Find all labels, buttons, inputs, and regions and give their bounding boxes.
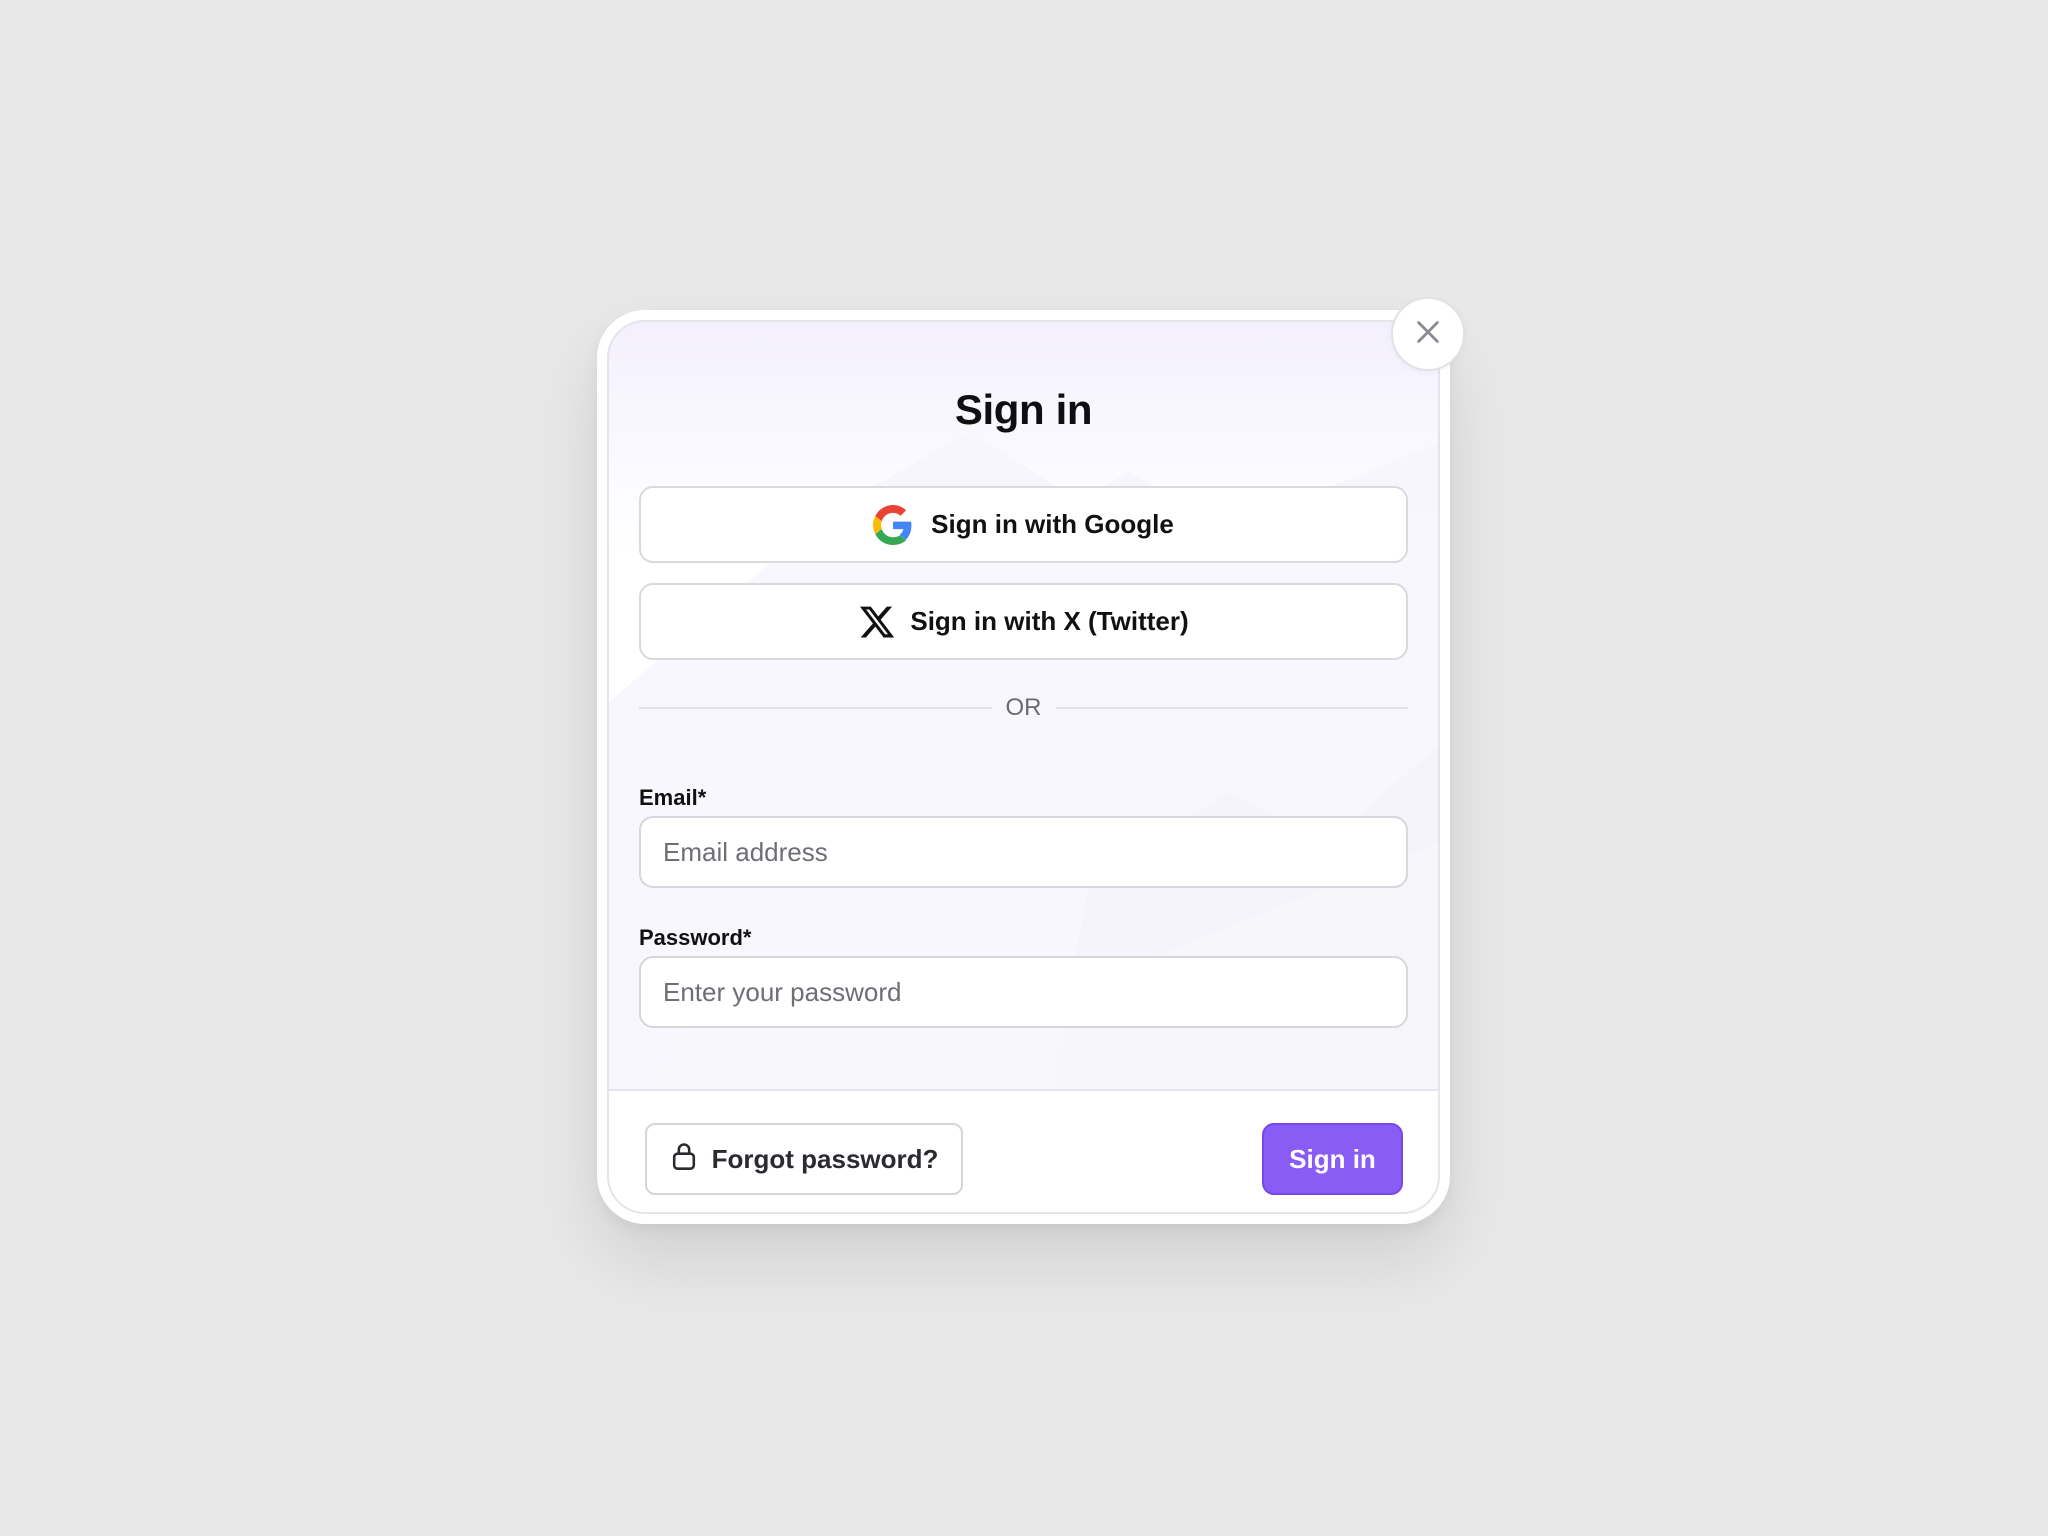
- google-signin-button[interactable]: Sign in with Google: [639, 486, 1408, 563]
- password-field[interactable]: [639, 956, 1408, 1028]
- password-label: Password*: [639, 925, 752, 950]
- modal-title: Sign in: [954, 386, 1093, 433]
- x-twitter-signin-button[interactable]: Sign in with X (Twitter): [639, 583, 1408, 660]
- lock-icon: [670, 1141, 698, 1178]
- sign-in-modal: Sign in Sign in with Google Sign in with…: [597, 310, 1450, 1224]
- forgot-password-button[interactable]: Forgot password?: [645, 1123, 963, 1195]
- close-icon: [1414, 318, 1442, 351]
- email-label: Email*: [639, 785, 707, 810]
- divider-line-right: [1055, 707, 1408, 709]
- google-signin-label: Sign in with Google: [931, 509, 1174, 539]
- x-twitter-signin-label: Sign in with X (Twitter): [910, 606, 1189, 636]
- close-button[interactable]: [1391, 297, 1465, 371]
- google-icon: [873, 504, 913, 545]
- sign-in-card: Sign in Sign in with Google Sign in with…: [607, 320, 1440, 1214]
- or-divider-text: OR: [1005, 694, 1042, 721]
- modal-footer: Forgot password? Sign in: [609, 1089, 1438, 1212]
- x-twitter-icon: [858, 603, 896, 641]
- or-divider: OR: [639, 693, 1408, 723]
- sign-in-button[interactable]: Sign in: [1262, 1123, 1403, 1195]
- mountain-background-art: [609, 432, 1438, 1212]
- email-field[interactable]: [639, 816, 1408, 888]
- forgot-password-label: Forgot password?: [711, 1143, 939, 1174]
- divider-line-left: [639, 707, 992, 709]
